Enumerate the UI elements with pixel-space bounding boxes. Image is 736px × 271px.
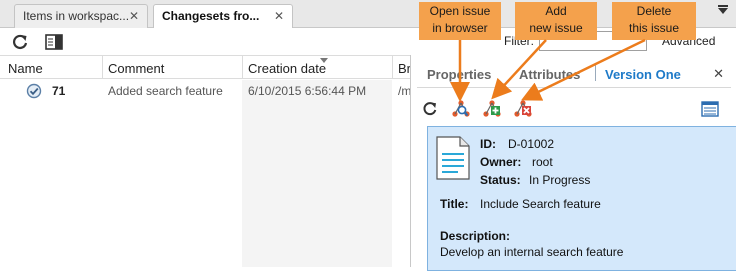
- tab-label: Items in workspac...: [23, 9, 130, 23]
- callout-line: this issue: [628, 21, 680, 35]
- refresh-icon[interactable]: [10, 32, 30, 52]
- tab-properties[interactable]: Properties: [427, 67, 491, 82]
- changeset-comment: Added search feature: [108, 84, 223, 98]
- callout-line: in browser: [432, 21, 488, 35]
- column-header-creation-date[interactable]: Creation date: [248, 61, 326, 76]
- callout-add-issue: Add new issue: [515, 2, 597, 40]
- issue-description: Develop an internal search feature: [440, 245, 624, 259]
- open-in-browser-icon[interactable]: [451, 99, 471, 119]
- issue-title-label: Title:: [440, 197, 469, 211]
- table-header: Name Comment Creation date Br: [0, 55, 420, 79]
- delete-issue-icon[interactable]: [513, 99, 533, 119]
- issue-title: Include Search feature: [480, 197, 601, 211]
- column-divider[interactable]: [392, 56, 393, 79]
- close-icon[interactable]: ✕: [274, 9, 284, 23]
- changeset-icon: [26, 83, 42, 99]
- column-header-comment[interactable]: Comment: [108, 61, 164, 76]
- column-header-name[interactable]: Name: [8, 61, 43, 76]
- column-divider[interactable]: [242, 56, 243, 79]
- column-divider[interactable]: [102, 56, 103, 79]
- issue-id-label: ID:: [480, 137, 496, 151]
- issue-tracker-panel: Properties Attributes Version One ✕ ID: …: [410, 55, 736, 271]
- issue-id: D-01002: [508, 137, 555, 151]
- callout-line: Add: [545, 4, 567, 18]
- changeset-date: 6/10/2015 6:56:44 PM: [248, 84, 367, 98]
- issue-status-label: Status:: [480, 173, 521, 187]
- view-options-icon[interactable]: [701, 101, 719, 117]
- add-issue-icon[interactable]: [482, 99, 502, 119]
- refresh-icon[interactable]: [421, 100, 439, 118]
- tab-changesets[interactable]: Changesets fro... ✕: [153, 4, 293, 29]
- callout-line: Open issue: [429, 4, 491, 18]
- close-icon[interactable]: ✕: [713, 66, 724, 82]
- tab-items-in-workspace[interactable]: Items in workspac... ✕: [14, 4, 148, 28]
- document-icon: [436, 136, 470, 180]
- issue-owner-label: Owner:: [480, 155, 522, 169]
- tab-separator: [595, 65, 596, 81]
- callout-line: Delete: [636, 4, 672, 18]
- panel-layout-icon[interactable]: [44, 32, 64, 52]
- tab-version-one[interactable]: Version One: [605, 67, 681, 82]
- callout-delete-issue: Delete this issue: [612, 2, 696, 40]
- issue-card[interactable]: ID: D-01002 Owner: root Status: In Progr…: [427, 126, 736, 271]
- tab-label: Changesets fro...: [162, 9, 260, 23]
- callout-line: new issue: [529, 21, 583, 35]
- creation-date-column-shade: [242, 80, 392, 267]
- tab-attributes[interactable]: Attributes: [519, 67, 580, 82]
- callout-open-issue: Open issue in browser: [419, 2, 501, 40]
- sort-descending-icon: [320, 58, 328, 63]
- close-icon[interactable]: ✕: [129, 9, 139, 23]
- issue-owner: root: [532, 155, 553, 169]
- changeset-number: 71: [52, 84, 66, 98]
- chevron-down-icon[interactable]: [718, 8, 728, 14]
- tab-list-menu-icon[interactable]: [718, 5, 728, 7]
- panel-divider: [417, 87, 731, 88]
- issue-status: In Progress: [529, 173, 591, 187]
- table-row[interactable]: 71 Added search feature 6/10/2015 6:56:4…: [0, 80, 420, 102]
- issue-description-label: Description:: [440, 229, 511, 243]
